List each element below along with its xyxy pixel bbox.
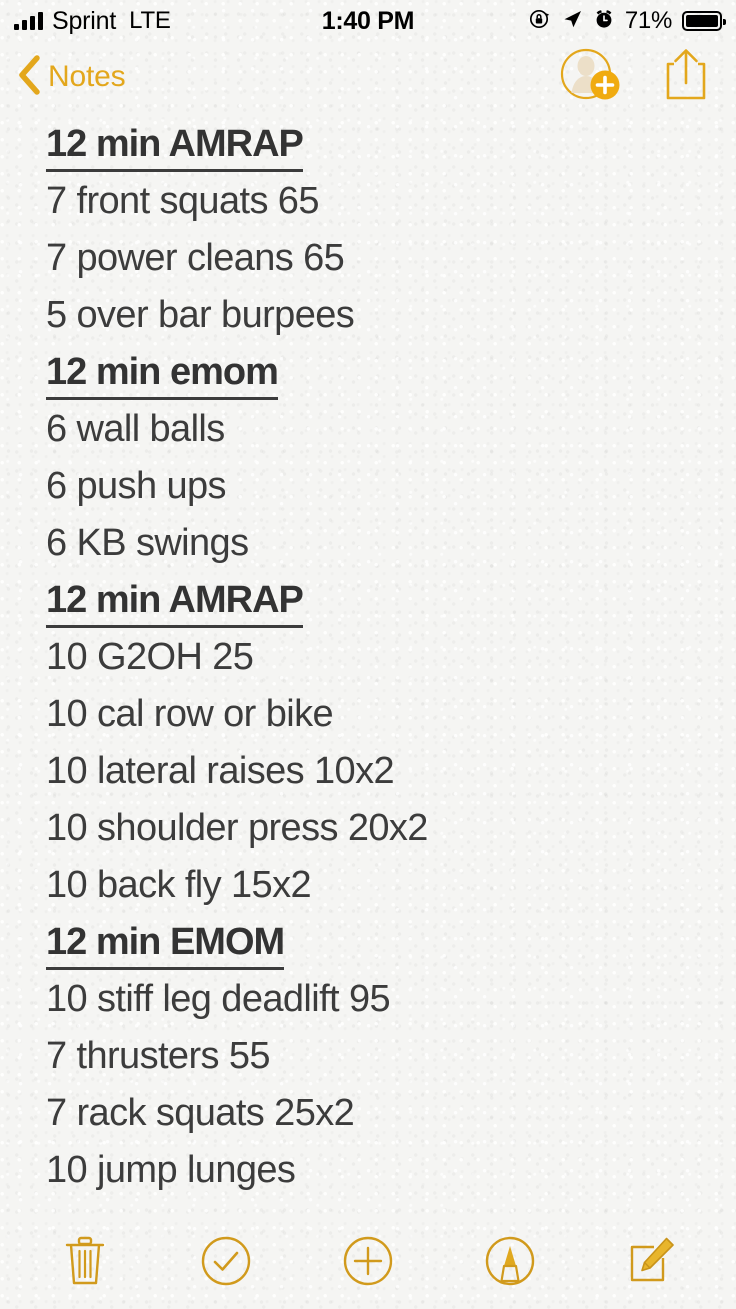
- add-person-icon: [560, 47, 622, 108]
- note-heading-line: 12 min AMRAP: [46, 572, 716, 629]
- add-attachment-icon: [341, 1234, 395, 1293]
- bottom-toolbar: [0, 1217, 736, 1309]
- note-text-line: 7 thrusters 55: [46, 1035, 271, 1077]
- alarm-clock-icon: [593, 8, 615, 35]
- checklist-button[interactable]: [194, 1231, 258, 1295]
- markup-icon: [483, 1234, 537, 1293]
- note-heading-text: 12 min AMRAP: [46, 576, 304, 628]
- note-text-line: 7 rack squats 25x2: [46, 1092, 355, 1134]
- note-heading-line: 12 min EMOM: [46, 914, 716, 971]
- note-text-line: 10 cal row or bike: [46, 693, 334, 735]
- battery-icon: [682, 11, 726, 31]
- compose-button[interactable]: [619, 1231, 683, 1295]
- note-heading-text: 12 min emom: [46, 348, 279, 400]
- note-content[interactable]: 12 min AMRAP 7 front squats 65 7 power cle…: [0, 112, 736, 1217]
- navigation-bar-actions: [560, 47, 718, 108]
- share-button[interactable]: [662, 47, 710, 108]
- note-text-line: 7 front squats 65: [46, 180, 319, 222]
- share-icon: [662, 47, 710, 108]
- note-text-line: 6 push ups: [46, 465, 227, 507]
- checklist-icon: [199, 1234, 253, 1293]
- note-heading-text: 12 min EMOM: [46, 918, 285, 970]
- add-attachment-button[interactable]: [336, 1231, 400, 1295]
- note-text-line: 10 G2OH 25: [46, 636, 254, 678]
- note-heading-line: 12 min emom: [46, 344, 716, 401]
- rotation-lock-icon: [529, 8, 551, 35]
- note-text-line: 10 jump lunges: [46, 1149, 296, 1191]
- note-text-line: 10 stiff leg deadlift 95: [46, 978, 391, 1020]
- notes-app-screen: Sprint LTE 1:40 PM 71% Notes 12 min AMRA…: [0, 0, 736, 1309]
- note-text-line: 6 wall balls: [46, 408, 225, 450]
- back-to-notes-button[interactable]: Notes: [16, 54, 126, 101]
- note-heading-text: 12 min AMRAP: [46, 120, 304, 172]
- note-text-line: 6 KB swings: [46, 522, 249, 564]
- network-type-label: LTE: [129, 7, 171, 34]
- delete-icon: [62, 1234, 108, 1293]
- note-text-line: 5 over bar burpees: [46, 294, 355, 336]
- chevron-left-icon: [16, 54, 42, 101]
- status-bar-right: 71%: [529, 7, 726, 35]
- delete-button[interactable]: [53, 1231, 117, 1295]
- clock-label: 1:40 PM: [321, 6, 415, 35]
- navigation-bar: Notes: [0, 42, 736, 112]
- note-text-line: 10 shoulder press 20x2: [46, 807, 428, 849]
- status-bar-left: Sprint LTE: [14, 6, 171, 35]
- add-person-button[interactable]: [560, 47, 622, 108]
- signal-bars-icon: [14, 11, 43, 30]
- battery-percent-label: 71%: [624, 7, 672, 34]
- compose-icon: [625, 1235, 677, 1292]
- carrier-label: Sprint: [52, 6, 117, 35]
- status-bar: Sprint LTE 1:40 PM 71%: [0, 0, 736, 42]
- note-text-line: 10 back fly 15x2: [46, 864, 312, 906]
- back-button-label: Notes: [48, 60, 126, 93]
- note-text-line: 10 lateral raises 10x2: [46, 750, 395, 792]
- note-text-line: 7 power cleans 65: [46, 237, 345, 279]
- location-arrow-icon: [561, 8, 583, 35]
- note-heading-line: 12 min AMRAP: [46, 116, 716, 173]
- markup-button[interactable]: [478, 1231, 542, 1295]
